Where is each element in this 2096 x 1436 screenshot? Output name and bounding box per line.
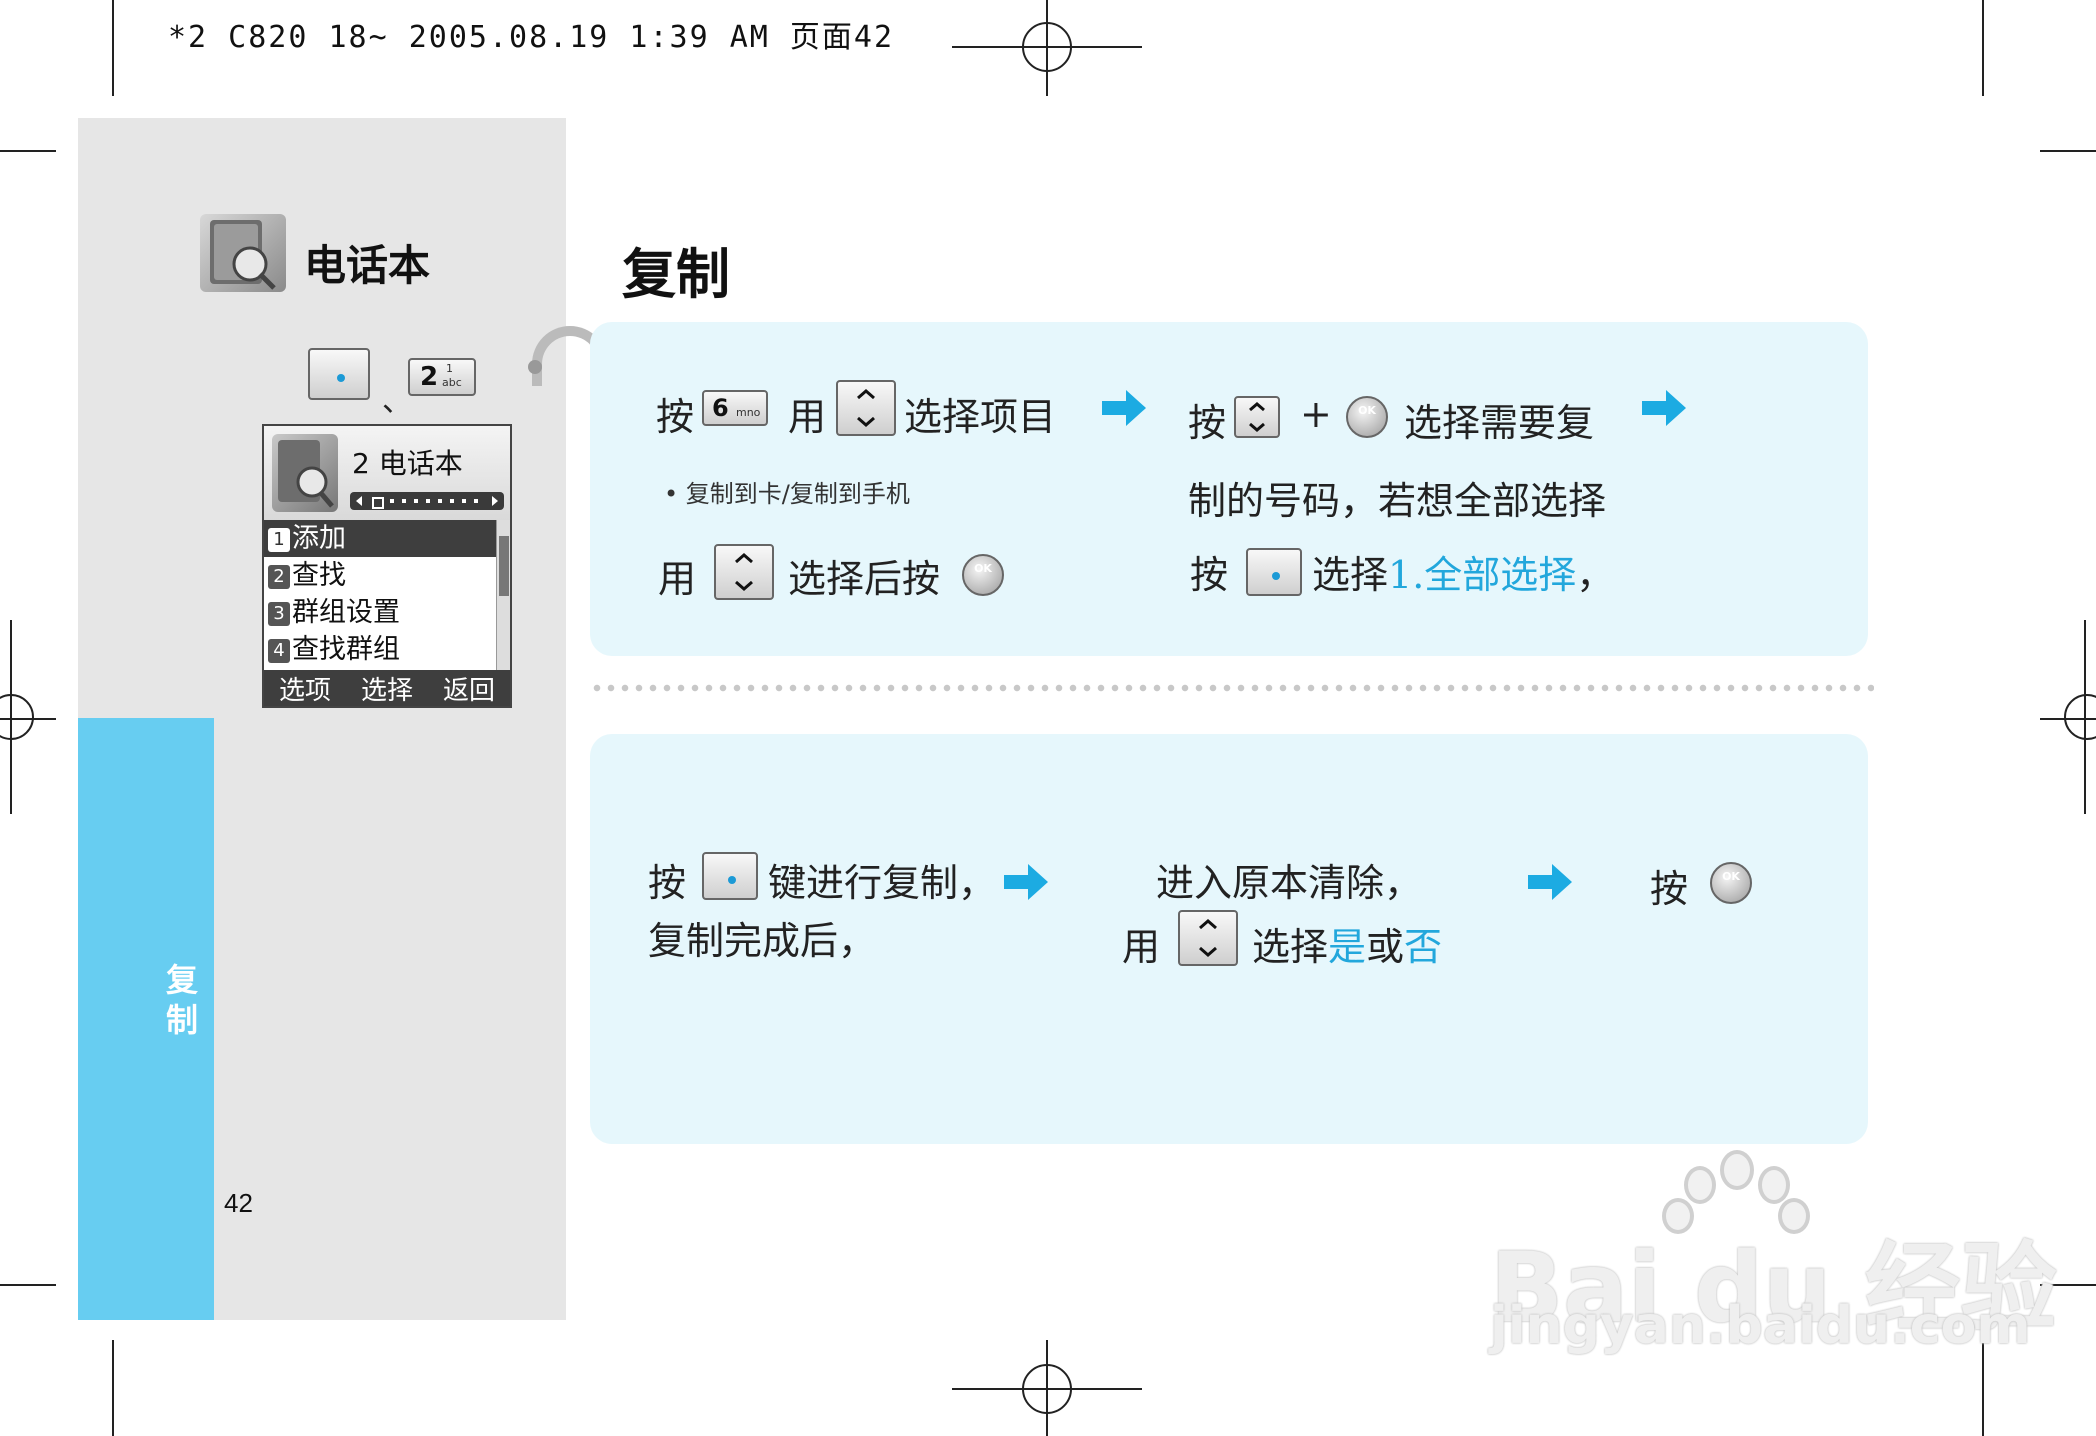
step2-press2: 按 <box>1190 553 1229 597</box>
step4-select-yes-no: 选择是或否 <box>1252 925 1443 969</box>
ok-button-icon: OK <box>1346 396 1388 438</box>
step1-select-item: 选择项目 <box>904 395 1057 439</box>
step1-use2: 用 <box>658 557 697 601</box>
side-tab-label: 复制 <box>165 961 198 1039</box>
print-header: *2 C820 18~ 2005.08.19 1:39 AM 页面42 <box>168 20 895 55</box>
step3-press: 按 <box>648 861 687 905</box>
horizontal-scroll-indicator <box>350 492 504 510</box>
phone-menu-item[interactable]: 2 查找 <box>264 557 496 594</box>
step4-enter: 进入原本清除， <box>1156 861 1423 905</box>
step2-press: 按 <box>1188 401 1227 445</box>
phone-softkeys: 选项 选择 返回 <box>264 670 510 706</box>
step1-bullet: • 复制到卡/复制到手机 <box>664 480 910 508</box>
key-6-icon: 6 mno <box>702 390 768 426</box>
step2-select-all-line: 选择1.全部选择， <box>1312 553 1615 597</box>
ok-button-icon: OK <box>1710 862 1752 904</box>
phonebook-icon <box>200 214 286 292</box>
connector-end <box>528 360 542 374</box>
phone-menu-list: 1 添加 2 查找 3 群组设置 4 查找群组 <box>264 520 496 668</box>
scroll-thumb[interactable] <box>499 536 509 596</box>
up-down-nav-key-icon <box>714 544 774 600</box>
arrow-right-icon <box>1528 864 1572 900</box>
center-softkey-icon <box>1246 548 1302 596</box>
step1-use: 用 <box>788 395 827 439</box>
phone-menu-item[interactable]: 1 添加 <box>264 520 496 557</box>
step1-press: 按 <box>656 395 695 439</box>
up-down-nav-key-icon <box>836 380 896 436</box>
phone-header: 2 电话本 <box>264 426 510 520</box>
step1-select-then-press: 选择后按 <box>788 557 941 601</box>
softkey-back[interactable]: 返回 <box>443 670 495 707</box>
step2-line2: 制的号码，若想全部选择 <box>1188 479 1607 523</box>
step5-press: 按 <box>1650 867 1689 911</box>
vertical-scrollbar[interactable] <box>496 520 510 670</box>
watermark-url: jingyan.baidu.com <box>1490 1296 2031 1356</box>
section-title: 电话本 <box>304 241 431 290</box>
center-softkey-icon <box>308 348 370 400</box>
page-title: 复制 <box>622 243 730 306</box>
step3-copy-done: 复制完成后， <box>648 919 877 963</box>
arrow-right-icon <box>1004 864 1048 900</box>
ok-button-icon: OK <box>962 554 1004 596</box>
key-2-icon: 2 1 abc <box>408 358 476 396</box>
phone-screen: 2 电话本 1 添加 2 查找 3 群组设置 4 查找群组 选项 选择 返回 <box>262 424 512 708</box>
arrow-right-icon <box>1642 390 1686 426</box>
softkey-options[interactable]: 选项 <box>279 670 331 707</box>
up-down-nav-key-icon <box>1178 910 1238 966</box>
phone-title: 2 电话本 <box>352 447 463 480</box>
dotted-separator <box>590 684 1874 692</box>
step4-use: 用 <box>1122 925 1161 969</box>
up-down-nav-key-icon <box>1234 396 1280 438</box>
center-softkey-icon <box>702 852 758 900</box>
phone-menu-item[interactable]: 3 群组设置 <box>264 594 496 631</box>
page-number: 42 <box>224 1188 253 1218</box>
step2-select-copy: 选择需要复 <box>1404 401 1595 445</box>
arrow-right-icon <box>1102 390 1146 426</box>
step3-copy-key: 键进行复制， <box>768 861 997 905</box>
phone-menu-item[interactable]: 4 查找群组 <box>264 631 496 668</box>
step2-plus: + <box>1300 392 1332 436</box>
phonebook-icon <box>272 434 338 512</box>
softkey-select[interactable]: 选择 <box>361 670 413 707</box>
